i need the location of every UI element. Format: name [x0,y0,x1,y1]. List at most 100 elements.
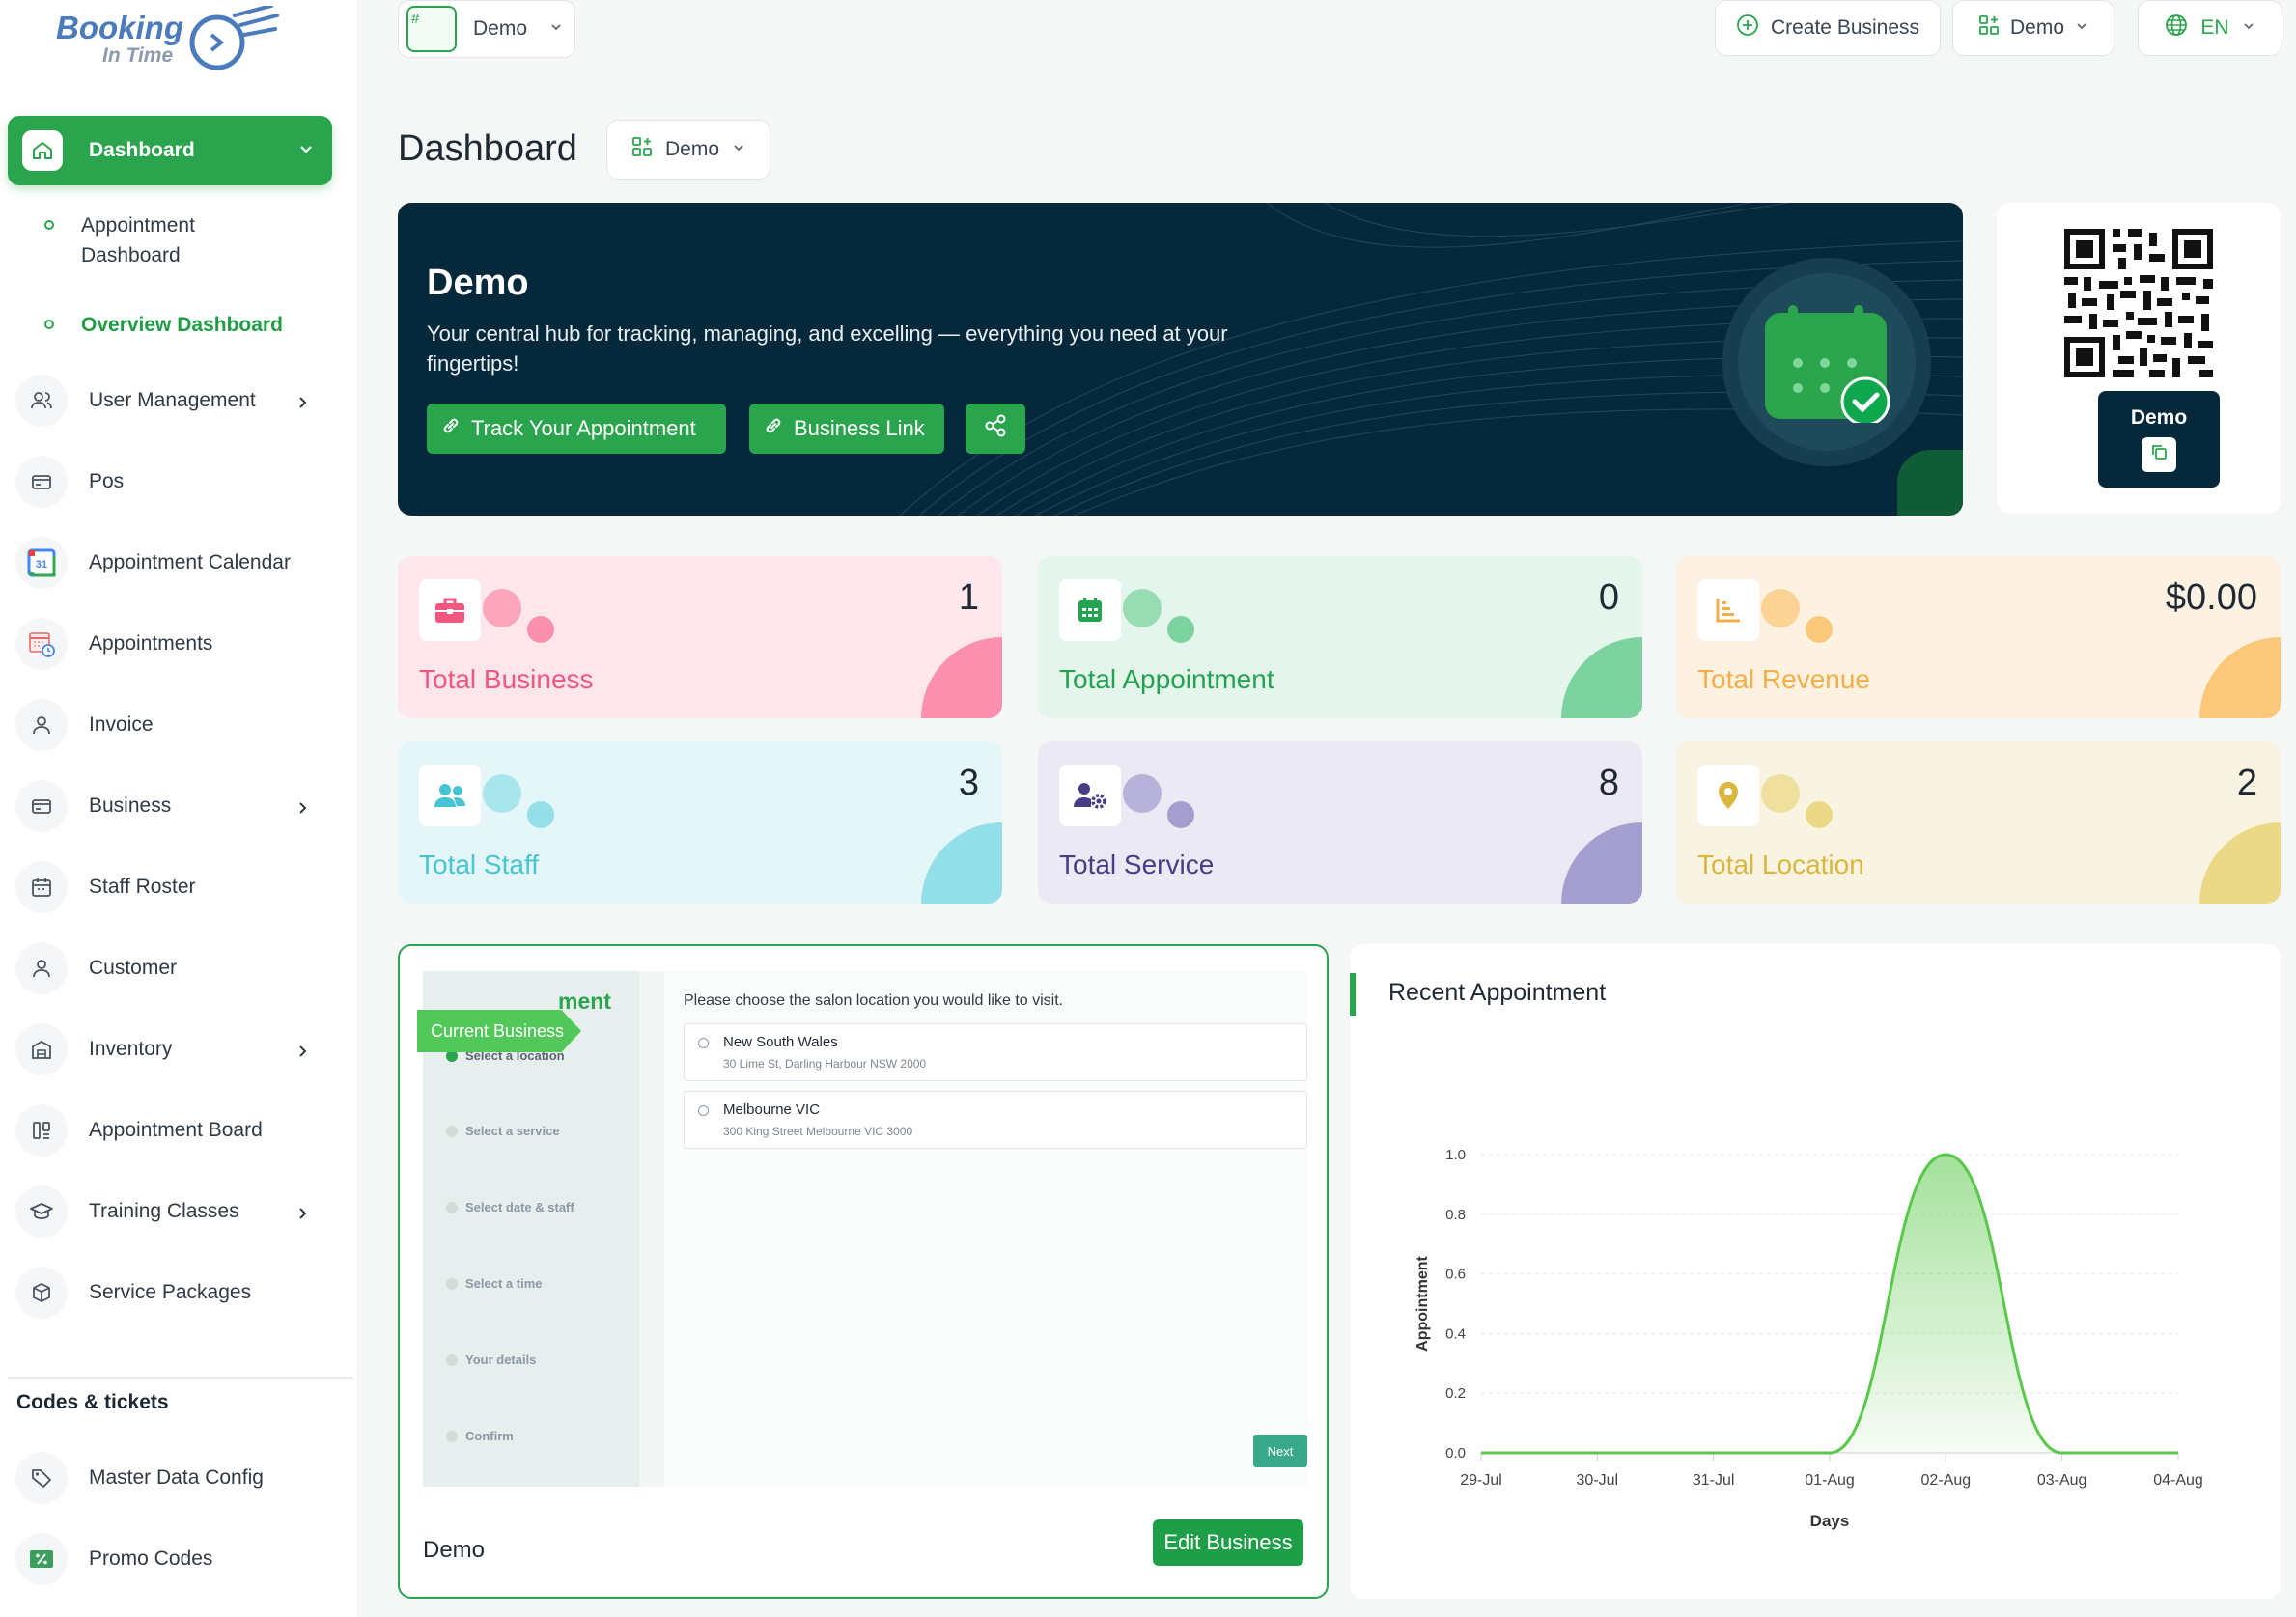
location-selection-panel: Please choose the salon location you wou… [664,971,1307,1487]
sidebar-subitem-overview-dashboard[interactable]: Overview Dashboard [44,310,283,340]
sidebar-item-label: Customer [89,957,178,979]
booking-step: Select date & staff [446,1200,574,1214]
sidebar-item-label: Dashboard [89,139,195,161]
business-selector-label: Demo [473,17,528,40]
create-business-button[interactable]: Create Business [1715,0,1941,56]
stat-card-total-revenue[interactable]: $0.00 Total Revenue [1676,556,2281,718]
sidebar-item-label: Promo Codes [89,1547,213,1570]
sidebar-item-label: Staff Roster [89,876,196,898]
sidebar-item-customer[interactable]: Customer [15,941,334,995]
app-logo[interactable]: Booking In Time [56,6,288,70]
percent-icon [15,1533,68,1585]
share-button[interactable] [966,404,1025,454]
copy-button[interactable] [2142,437,2176,472]
sidebar-item-label: Pos [89,470,125,492]
location-question: Please choose the salon location you wou… [684,992,1064,1009]
series-line [1481,1153,2178,1455]
logo-text-booking: Booking [56,10,183,45]
booking-step: Select a time [446,1276,543,1291]
y-tick-label: 0.2 [1445,1385,1466,1402]
sidebar-item-promo-codes[interactable]: Promo Codes [15,1532,334,1586]
track-appointment-button[interactable]: Track Your Appointment [427,404,726,454]
language-label: EN [2200,16,2229,39]
sidebar-item-master-data-config[interactable]: Master Data Config [15,1451,334,1505]
sidebar-item-staff-roster[interactable]: Staff Roster [15,860,334,914]
banner-subtitle: Your central hub for tracking, managing,… [427,321,1228,376]
qr-code-image[interactable] [2064,229,2213,377]
location-option[interactable]: New South Wales 30 Lime St, Darling Harb… [684,1023,1307,1081]
stat-card-total-appointment[interactable]: 0 Total Appointment [1038,556,1642,718]
grid-plus-icon [1977,14,2001,42]
preview-header-fragment: ment [558,989,611,1014]
sidebar-item-inventory[interactable]: Inventory [15,1022,334,1076]
sidebar-item-appointments[interactable]: Appointments [15,617,334,671]
stat-card-total-service[interactable]: 8 Total Service [1038,741,1642,904]
demo-dropdown[interactable]: Demo [1952,0,2114,56]
welcome-banner: Demo Your central hub for tracking, mana… [398,203,1963,516]
stat-label: Total Location [1697,850,1864,879]
stat-label: Total Appointment [1059,664,1274,694]
logo-text-in-time: In Time [102,44,174,67]
sidebar-section-heading: Codes & tickets [16,1391,169,1413]
chevron-down-icon [297,141,315,163]
preview-next-button: Next [1253,1435,1307,1467]
stat-card-total-staff[interactable]: 3 Total Staff [398,741,1002,904]
sidebar-item-label: Training Classes [89,1200,239,1222]
sidebar-item-appointment-board[interactable]: Appointment Board [15,1103,334,1157]
chevron-down-icon [731,138,746,161]
bullet-icon [44,320,54,329]
sidebar-item-invoice[interactable]: Invoice [15,698,334,752]
x-tick-label: 02-Aug [1921,1472,1972,1489]
sidebar-item-label: Appointment Board [89,1119,263,1141]
package-icon [15,1267,68,1319]
sidebar-item-service-packages[interactable]: Service Packages [15,1266,334,1320]
stat-value: $0.00 [2165,577,2257,618]
graduation-cap-icon [15,1185,68,1238]
calendar-check-icon [1761,303,1892,428]
sidebar-item-business[interactable]: Business [15,779,334,833]
users-icon [15,375,68,427]
copy-icon [2149,442,2169,467]
sidebar-item-label: Service Packages [89,1281,252,1303]
language-selector[interactable]: EN [2138,0,2282,56]
business-link-button[interactable]: Business Link [749,404,944,454]
sidebar-item-user-management[interactable]: User Management [15,374,334,428]
sidebar-item-label: User Management [89,389,256,411]
sidebar-item-label: Invoice [89,713,154,736]
stat-card-total-business[interactable]: 1 Total Business [398,556,1002,718]
sidebar-subitem-label: Overview Dashboard [81,314,283,336]
stat-value: 8 [1598,763,1619,803]
link-icon [440,415,462,442]
sidebar-item-appointment-calendar[interactable]: 31 Appointment Calendar [15,536,334,590]
x-tick-label: 30-Jul [1577,1472,1619,1489]
edit-business-button[interactable]: Edit Business [1153,1519,1303,1566]
business-image: # [406,6,457,52]
location-address: 30 Lime St, Darling Harbour NSW 2000 [723,1057,927,1071]
sidebar-item-training-classes[interactable]: Training Classes [15,1185,334,1239]
location-pin-icon [1697,765,1759,826]
sidebar-item-dashboard[interactable]: Dashboard [8,116,332,185]
stat-card-total-location[interactable]: 2 Total Location [1676,741,2281,904]
dashboard-business-selector[interactable]: Demo [606,120,770,180]
business-selector[interactable]: # Demo [398,0,575,58]
booking-page-preview[interactable]: ment Select a location Select a service … [417,971,1307,1487]
y-tick-label: 0.6 [1445,1267,1466,1283]
chevron-right-icon [295,393,311,416]
user-icon [15,942,68,994]
location-option[interactable]: Melbourne VIC 300 King Street Melbourne … [684,1091,1307,1149]
stat-value: 2 [2236,763,2257,803]
sidebar-subitem-appointment-dashboard[interactable]: Appointment Dashboard [44,210,295,270]
location-name: New South Wales [723,1034,838,1050]
sidebar-item-pos[interactable]: Pos [15,455,334,509]
calendar-icon [15,861,68,913]
grid-plus-icon [630,135,654,164]
globe-icon [2164,13,2189,43]
sidebar-item-label: Appointments [89,632,213,655]
share-icon [983,413,1008,444]
demo-dropdown-label: Demo [2009,16,2065,39]
business-preview-card: ment Select a location Select a service … [398,944,1329,1599]
svg-text:31: 31 [36,559,47,571]
page-title: Dashboard [398,128,577,169]
link-icon [763,415,784,442]
radio-icon [698,1038,709,1048]
